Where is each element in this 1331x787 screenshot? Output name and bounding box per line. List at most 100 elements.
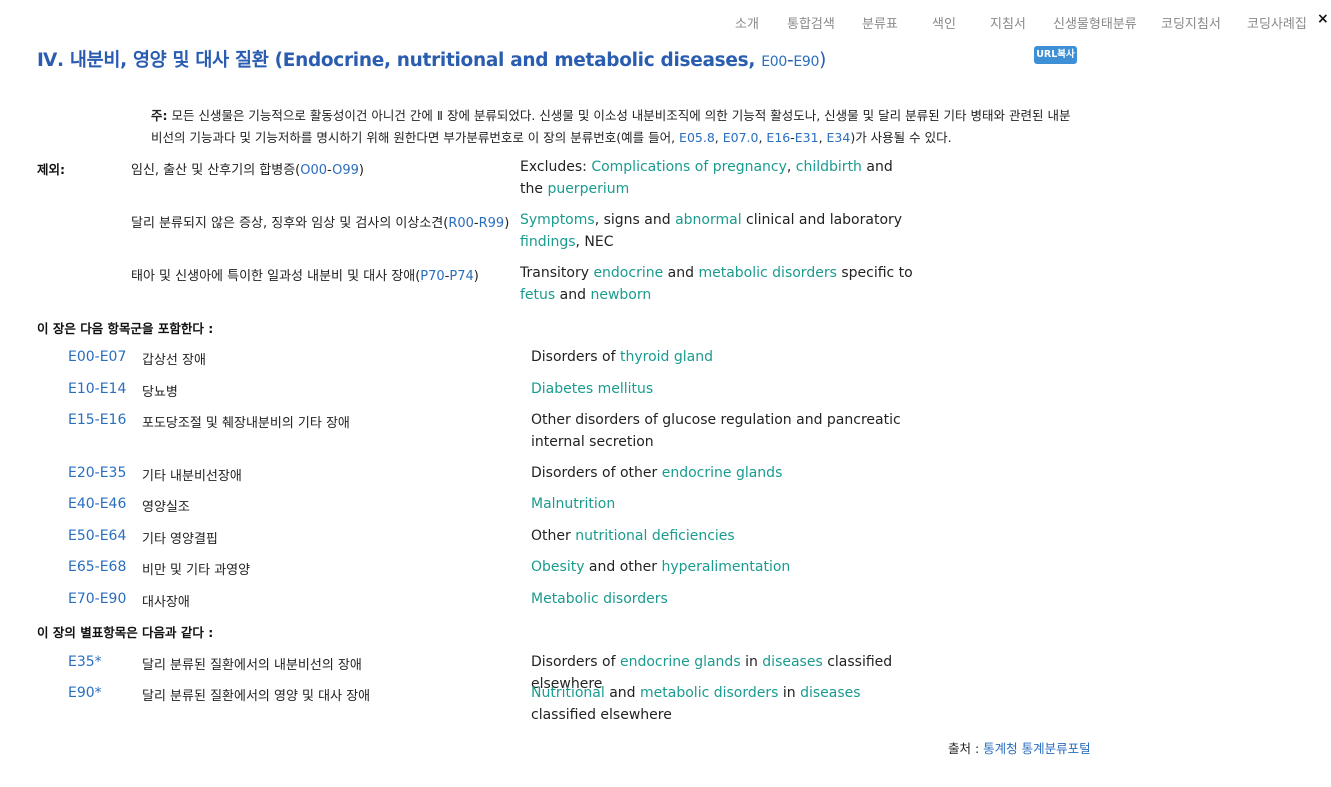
exclude-code[interactable]: P70: [420, 269, 444, 284]
term-link[interactable]: endocrine glands: [620, 654, 741, 670]
term-link[interactable]: diseases: [800, 685, 860, 701]
asterisk-code-link[interactable]: E90*: [68, 685, 102, 701]
exclude-ko-text: 임신, 출산 및 산후기의 합병증(: [131, 163, 301, 178]
term-link[interactable]: abnormal: [675, 212, 742, 228]
chapter-title-en: (Endocrine, nutritional and metabolic di…: [274, 50, 756, 71]
chapter-code-end[interactable]: E90: [793, 54, 819, 70]
source-line: 출처 : 통계청 통계분류포털: [948, 738, 1091, 757]
exclude-code[interactable]: O99: [332, 163, 359, 178]
exclude-en-2: Symptoms, signs and abnormal clinical an…: [520, 209, 920, 253]
note-code[interactable]: E31: [795, 130, 819, 145]
asterisk-code-link[interactable]: E35*: [68, 654, 102, 670]
nav-index[interactable]: 색인: [932, 13, 956, 32]
term-link[interactable]: Diabetes mellitus: [531, 381, 653, 397]
term-text: Transitory: [520, 265, 594, 281]
note-code[interactable]: E07.0: [723, 130, 759, 145]
block-title-ko: 비만 및 기타 과영양: [142, 563, 251, 578]
block-title-ko: 당뇨병: [142, 385, 178, 400]
note-code[interactable]: E16: [766, 130, 790, 145]
block-title-en: Metabolic disorders: [531, 588, 931, 610]
block-range-link[interactable]: E20-E35: [68, 465, 126, 481]
term-link[interactable]: fetus: [520, 287, 555, 303]
close-icon[interactable]: ×: [1317, 11, 1329, 27]
chapter-roman: Ⅳ.: [37, 50, 64, 71]
chapter-close-paren: ): [819, 50, 827, 71]
term-link[interactable]: Metabolic disorders: [531, 591, 668, 607]
term-link[interactable]: Malnutrition: [531, 496, 615, 512]
source-label: 출처 :: [948, 741, 984, 756]
nav-classification-table[interactable]: 분류표: [862, 13, 898, 32]
note-code[interactable]: E05.8: [679, 130, 715, 145]
note-label: 주:: [151, 108, 168, 123]
term-link[interactable]: endocrine: [593, 265, 663, 281]
block-range-link[interactable]: E65-E68: [68, 559, 126, 575]
term-text: ,: [786, 159, 796, 175]
term-text: classified elsewhere: [531, 707, 672, 723]
term-text: , signs and: [594, 212, 676, 228]
exclude-code[interactable]: P74: [449, 269, 473, 284]
term-link[interactable]: diseases: [762, 654, 822, 670]
term-link[interactable]: metabolic disorders: [698, 265, 836, 281]
term-link[interactable]: Complications of pregnancy: [591, 159, 787, 175]
block-title-en: Obesity and other hyperalimentation: [531, 556, 931, 578]
term-link[interactable]: nutritional deficiencies: [575, 528, 735, 544]
exclude-ko-3: 태아 및 신생아에 특이한 일과성 내분비 및 대사 장애(P70-P74): [131, 269, 479, 284]
term-link[interactable]: hyperalimentation: [661, 559, 790, 575]
exclude-ko-text: 달리 분류되지 않은 증상, 징후와 임상 및 검사의 이상소견(: [131, 216, 449, 231]
chapter-note: 주: 모든 신생물은 기능적으로 활동성이건 아니건 간에 Ⅱ 장에 분류되었다…: [151, 108, 1071, 145]
block-title-ko: 대사장애: [142, 595, 190, 610]
asterisk-title-ko: 달리 분류된 질환에서의 내분비선의 장애: [142, 658, 362, 673]
copy-url-button[interactable]: URL복사: [1034, 46, 1077, 64]
exclude-ko-text: 태아 및 신생아에 특이한 일과성 내분비 및 대사 장애(: [131, 269, 421, 284]
block-title-en: Diabetes mellitus: [531, 378, 931, 400]
nav-integrated-search[interactable]: 통합검색: [787, 13, 835, 32]
block-range-link[interactable]: E40-E46: [68, 496, 126, 512]
block-range-link[interactable]: E70-E90: [68, 591, 126, 607]
block-title-ko: 기타 내분비선장애: [142, 469, 242, 484]
term-text: and: [604, 685, 641, 701]
nav-neoplasm-morphology[interactable]: 신생물형태분류: [1053, 13, 1137, 32]
block-range-link[interactable]: E15-E16: [68, 412, 126, 428]
block-title-en: Other disorders of glucose regulation an…: [531, 409, 926, 453]
exclude-code[interactable]: O00: [300, 163, 327, 178]
nav-coding-cases[interactable]: 코딩사례집: [1247, 13, 1307, 32]
term-link[interactable]: findings: [520, 234, 576, 250]
term-link[interactable]: Symptoms: [520, 212, 595, 228]
exclude-code[interactable]: R99: [479, 216, 505, 231]
term-text: Other: [531, 528, 576, 544]
term-text: in: [778, 685, 801, 701]
term-link[interactable]: Nutritional: [531, 685, 605, 701]
block-range-link[interactable]: E50-E64: [68, 528, 126, 544]
chapter-title-ko: 내분비, 영양 및 대사 질환: [69, 50, 269, 71]
term-link[interactable]: childbirth: [796, 159, 862, 175]
asterisk-heading: 이 장의 별표항목은 다음과 같다 :: [37, 625, 214, 640]
term-link[interactable]: metabolic disorders: [640, 685, 778, 701]
nav-intro[interactable]: 소개: [735, 13, 759, 32]
term-text: Disorders of: [531, 654, 620, 670]
page-title: Ⅳ. 내분비, 영양 및 대사 질환 (Endocrine, nutrition…: [37, 46, 826, 72]
note-code[interactable]: E34: [827, 130, 851, 145]
term-link[interactable]: thyroid gland: [620, 349, 713, 365]
block-range-link[interactable]: E10-E14: [68, 381, 126, 397]
term-link[interactable]: puerperium: [547, 181, 629, 197]
term-link[interactable]: endocrine glands: [662, 465, 783, 481]
source-link[interactable]: 통계청 통계분류포털: [983, 741, 1090, 756]
chapter-code-start[interactable]: E00: [761, 54, 787, 70]
asterisk-title-en: Nutritional and metabolic disorders in d…: [531, 682, 926, 726]
block-title-en: Malnutrition: [531, 493, 931, 515]
exclude-code[interactable]: R00: [448, 216, 474, 231]
term-text: Other disorders of glucose regulation an…: [531, 412, 901, 450]
term-text: and other: [584, 559, 662, 575]
nav-guideline[interactable]: 지침서: [990, 13, 1026, 32]
excludes-label: 제외:: [37, 162, 65, 177]
term-link[interactable]: newborn: [590, 287, 651, 303]
block-title-ko: 기타 영양결핍: [142, 532, 218, 547]
exclude-ko-1: 임신, 출산 및 산후기의 합병증(O00-O99): [131, 163, 364, 178]
term-link[interactable]: Obesity: [531, 559, 584, 575]
term-text: and: [555, 287, 591, 303]
block-range-link[interactable]: E00-E07: [68, 349, 126, 365]
block-title-en: Other nutritional deficiencies: [531, 525, 931, 547]
nav-coding-guideline[interactable]: 코딩지침서: [1161, 13, 1221, 32]
excludes-en-prefix: Excludes:: [520, 159, 592, 175]
exclude-en-3: Transitory endocrine and metabolic disor…: [520, 262, 920, 306]
